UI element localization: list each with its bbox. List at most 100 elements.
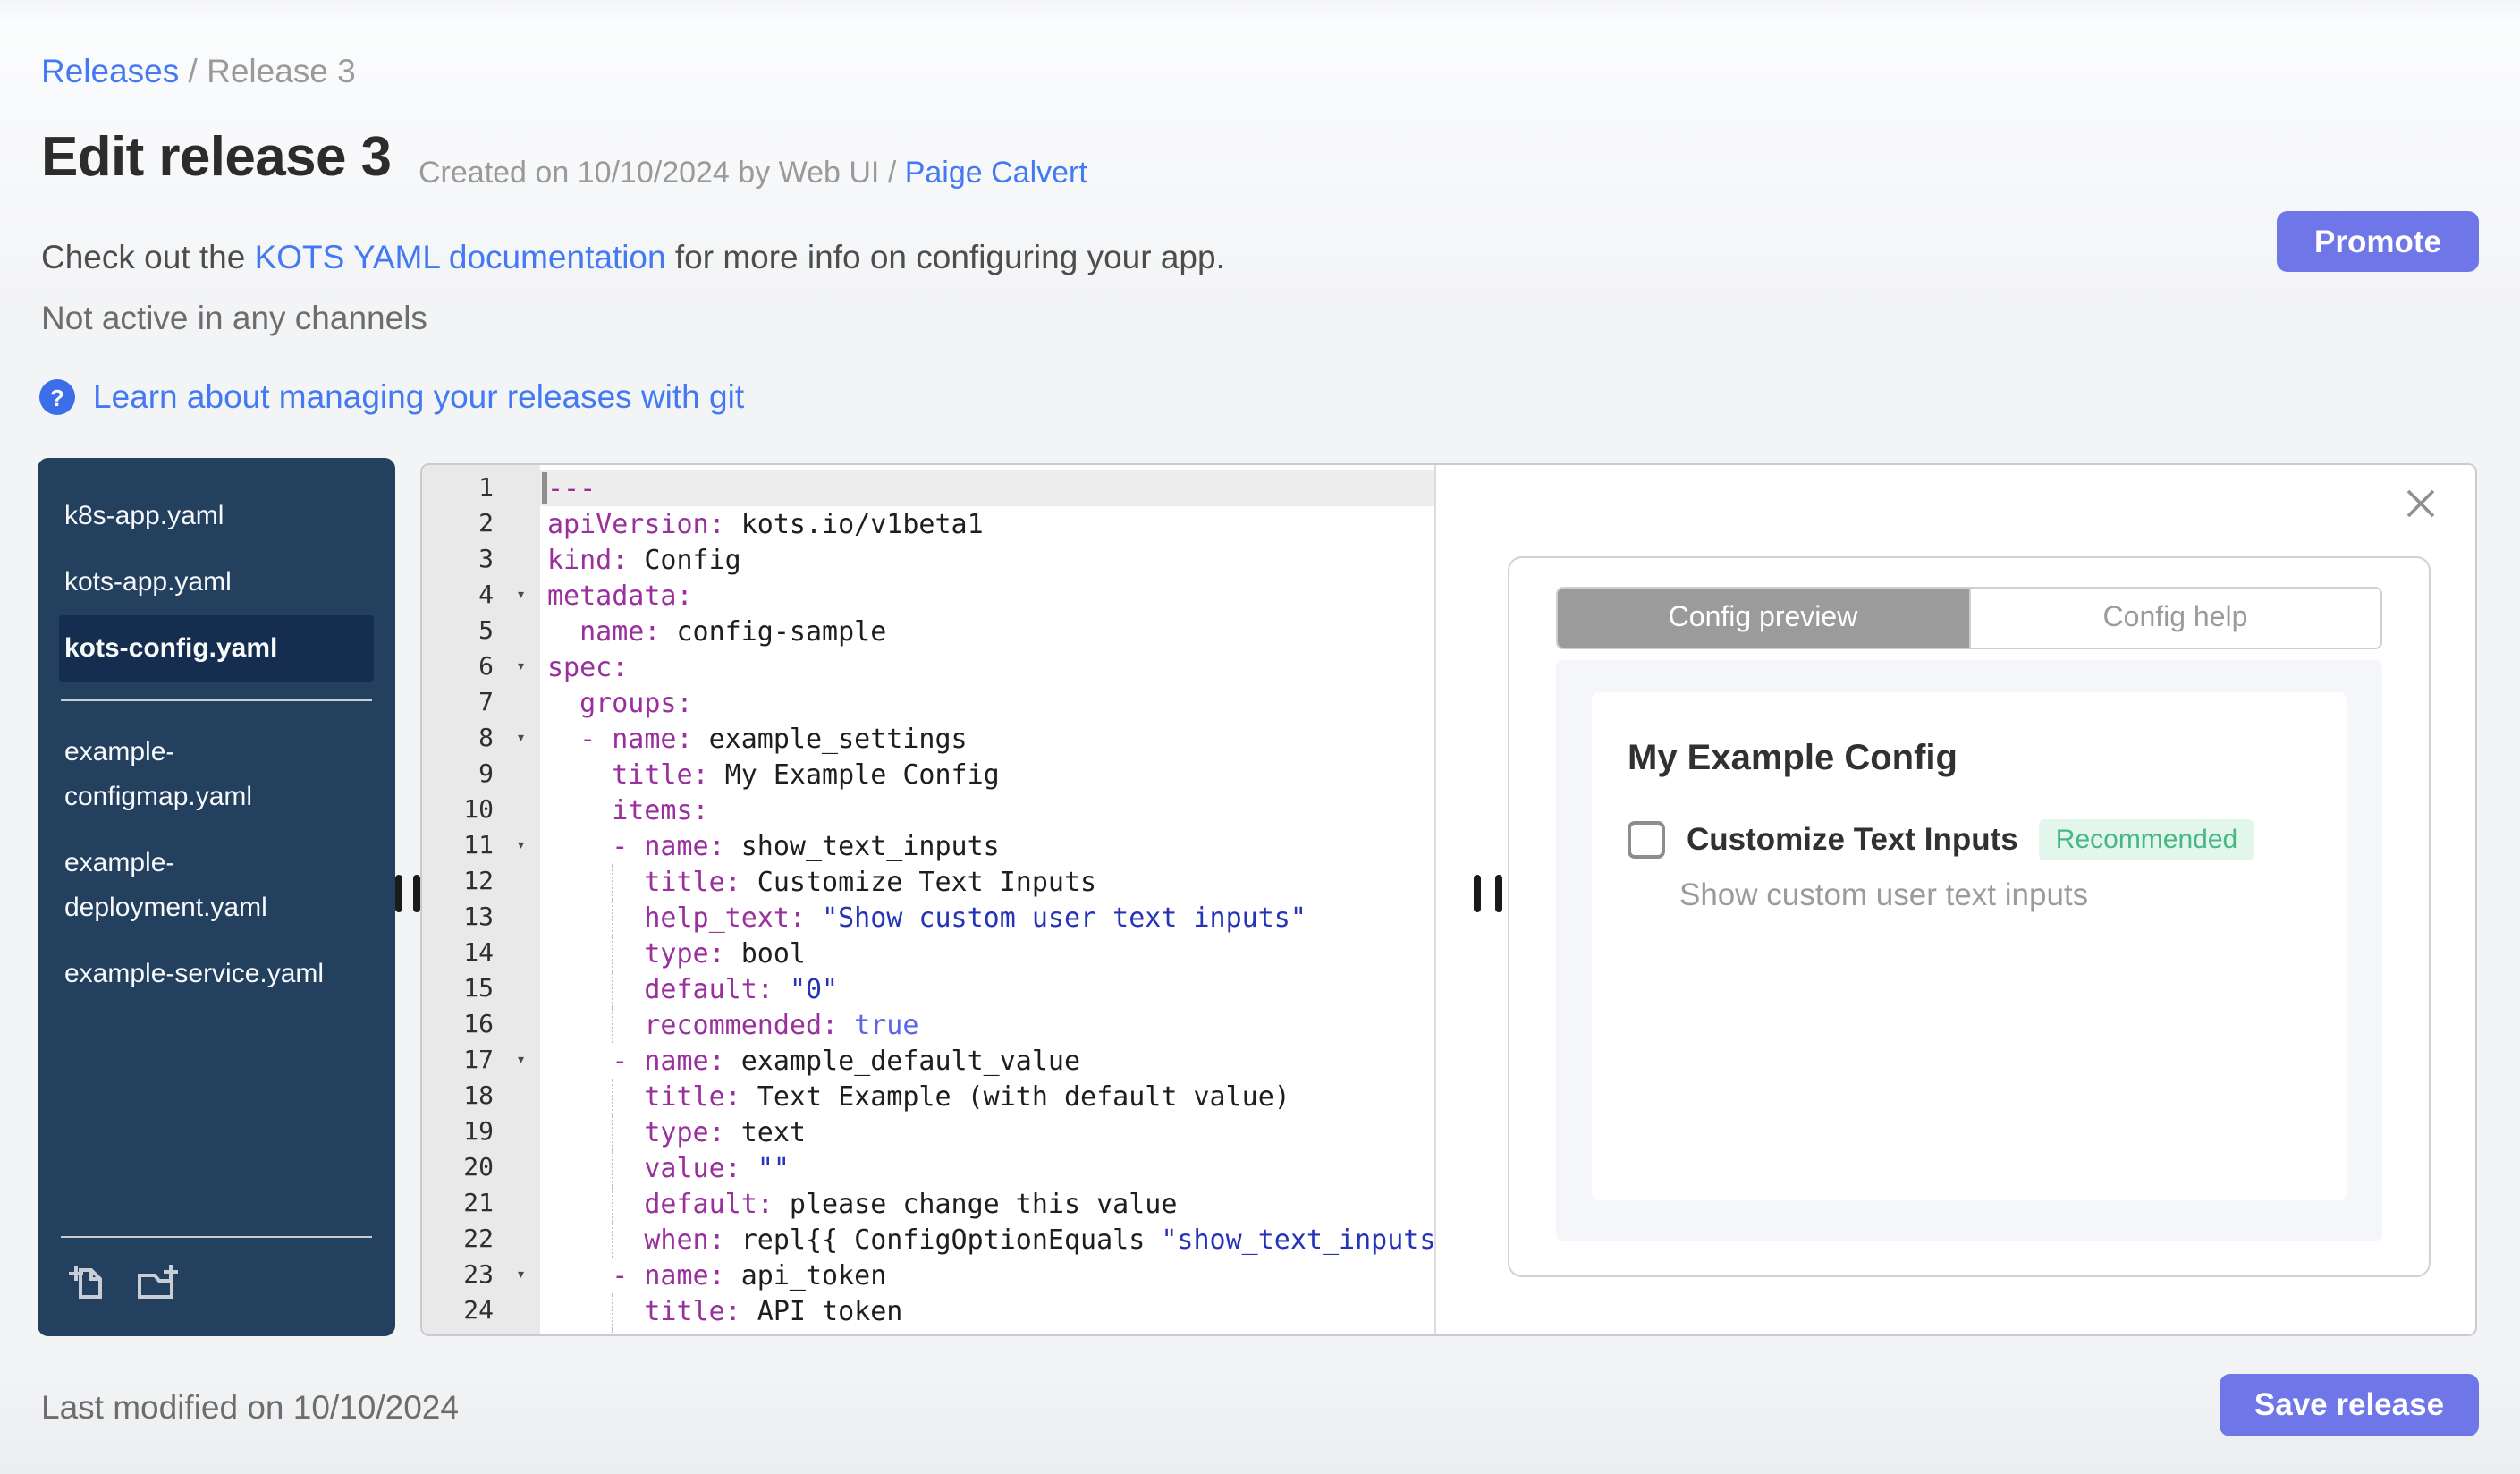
line-number: 13 xyxy=(463,903,494,932)
line-number: 21 xyxy=(463,1190,494,1218)
line-number: 8 ▾ xyxy=(422,721,540,757)
close-icon[interactable] xyxy=(2406,488,2436,519)
preview-pane: Config preview Config help My Example Con… xyxy=(1508,465,2475,1334)
line-number: 4 ▾ xyxy=(422,578,540,614)
code-line: 24 title: API token xyxy=(422,1293,1434,1329)
releases-link[interactable]: Releases xyxy=(41,52,179,89)
code-text: value: "" xyxy=(540,1150,1434,1186)
code-text: default: please change this value xyxy=(540,1186,1434,1222)
line-number: 6 ▾ xyxy=(422,649,540,685)
git-releases-link[interactable]: Learn about managing your releases with … xyxy=(93,377,744,417)
breadcrumb-separator: / xyxy=(179,52,207,89)
code-line: 17 ▾ - name: example_default_value xyxy=(422,1043,1434,1079)
config-item-help: Show custom user text inputs xyxy=(1679,877,2089,912)
file-item-example-deployment-yaml[interactable]: example-deployment.yaml xyxy=(59,830,374,941)
editor-resize-strip xyxy=(1434,465,1508,1334)
code-text: spec: xyxy=(547,651,629,683)
recommended-badge: Recommended xyxy=(2039,819,2254,860)
last-modified-text: Last modified on 10/10/2024 xyxy=(41,1388,459,1426)
code-line: 16 recommended: true xyxy=(422,1007,1434,1043)
fold-arrow-icon[interactable]: ▾ xyxy=(516,1043,526,1079)
code-text: title: My Example Config xyxy=(612,758,1000,791)
code-line: 6 ▾ spec: xyxy=(422,649,1434,685)
code-line: 12 title: Customize Text Inputs xyxy=(422,864,1434,900)
tab-config-help[interactable]: Config help xyxy=(1968,589,2380,648)
line-number: 12 xyxy=(463,868,494,896)
docs-suffix: for more info on configuring your app. xyxy=(665,238,1225,275)
file-item-kots-app-yaml[interactable]: kots-app.yaml xyxy=(59,549,374,615)
code-text: - name: api_token xyxy=(612,1259,887,1292)
file-item-kots-config-yaml[interactable]: kots-config.yaml xyxy=(59,615,374,682)
code-text: kind: Config xyxy=(547,544,741,576)
fold-arrow-icon[interactable]: ▾ xyxy=(516,578,526,614)
config-option-row: Customize Text Inputs Recommended xyxy=(1628,819,2311,860)
line-number: 18 xyxy=(463,1082,494,1111)
fold-arrow-icon[interactable]: ▾ xyxy=(516,828,526,864)
code-text: type: bool xyxy=(540,936,1434,971)
code-line: 9 title: My Example Config xyxy=(422,757,1434,792)
sidebar-divider xyxy=(61,699,372,701)
code-line: 14 type: bool xyxy=(422,936,1434,971)
line-number: 24 xyxy=(463,1297,494,1326)
line-number: 25 xyxy=(422,1329,540,1334)
fold-arrow-icon[interactable]: ▾ xyxy=(516,721,526,757)
fold-arrow-icon[interactable]: ▾ xyxy=(516,649,526,685)
code-line: 13 help_text: "Show custom user text inp… xyxy=(422,900,1434,936)
code-line: 25 type: password xyxy=(422,1329,1434,1334)
code-text: title: API token xyxy=(540,1293,1434,1329)
fold-arrow-icon[interactable]: ▾ xyxy=(516,1258,526,1293)
code-area[interactable]: 1 --- 2 apiVersion: kots.io/v1beta1 3 kind: C… xyxy=(422,465,1434,1334)
add-file-icon[interactable] xyxy=(64,1259,107,1311)
edit-release-page: Releases / Release 3 Edit release 3 Crea… xyxy=(0,0,2520,1474)
config-group-card: My Example Config Customize Text Inputs … xyxy=(1592,692,2347,1200)
code-text: help_text: "Show custom user text inputs… xyxy=(540,900,1434,936)
page-title: Edit release 3 xyxy=(41,125,392,188)
config-group-title: My Example Config xyxy=(1628,739,1958,778)
line-number: 15 xyxy=(463,975,494,1004)
file-item-example-configmap-yaml[interactable]: example-configmap.yaml xyxy=(59,719,374,830)
line-number: 2 xyxy=(478,510,494,538)
code-text: default: "0" xyxy=(540,971,1434,1007)
add-folder-icon[interactable] xyxy=(136,1259,182,1311)
line-number: 23 ▾ xyxy=(422,1258,540,1293)
promote-button[interactable]: Promote xyxy=(2277,211,2479,272)
line-number: 22 xyxy=(463,1225,494,1254)
code-line: 20 value: "" xyxy=(422,1150,1434,1186)
line-number: 5 xyxy=(478,617,494,646)
file-item-example-service-yaml[interactable]: example-service.yaml xyxy=(59,941,374,1007)
code-line: 8 ▾ - name: example_settings xyxy=(422,721,1434,757)
config-checkbox[interactable] xyxy=(1628,821,1665,859)
config-preview-area: My Example Config Customize Text Inputs … xyxy=(1556,660,2382,1241)
docs-prefix: Check out the xyxy=(41,238,255,275)
code-text: items: xyxy=(612,794,709,826)
line-number: 19 xyxy=(463,1118,494,1147)
line-number: 1 xyxy=(478,474,494,503)
kots-docs-link[interactable]: KOTS YAML documentation xyxy=(255,238,666,275)
code-text: groups: xyxy=(579,687,693,719)
code-line: 19 type: text xyxy=(422,1114,1434,1150)
save-release-button[interactable]: Save release xyxy=(2220,1374,2479,1436)
tab-config-preview[interactable]: Config preview xyxy=(1558,589,1968,648)
file-item-k8s-app-yaml[interactable]: k8s-app.yaml xyxy=(59,483,374,549)
created-prefix: Created on 10/10/2024 by Web UI / xyxy=(419,156,905,190)
code-line: 5 name: config-sample xyxy=(422,614,1434,649)
code-line: 1 --- xyxy=(422,470,1434,506)
line-number: 20 xyxy=(463,1154,494,1182)
code-text: title: Customize Text Inputs xyxy=(540,864,1434,900)
file-list-top: k8s-app.yaml kots-app.yaml kots-config.yam… xyxy=(59,483,374,682)
code-text: - name: example_settings xyxy=(579,723,968,755)
editor-resize-handle[interactable] xyxy=(1495,875,1501,912)
code-line: 15 default: "0" xyxy=(422,971,1434,1007)
editor-resize-handle[interactable] xyxy=(1474,875,1480,912)
code-line: 11 ▾ - name: show_text_inputs xyxy=(422,828,1434,864)
git-help-line: ? Learn about managing your releases wit… xyxy=(39,377,744,417)
code-text: --- xyxy=(540,470,1434,506)
code-line: 22 when: repl{{ ConfigOptionEquals "show… xyxy=(422,1222,1434,1258)
created-author-link[interactable]: Paige Calvert xyxy=(905,156,1087,190)
text-cursor xyxy=(542,472,546,504)
breadcrumb: Releases / Release 3 xyxy=(41,52,356,91)
question-mark-icon[interactable]: ? xyxy=(39,379,75,415)
code-line: 23 ▾ - name: api_token xyxy=(422,1258,1434,1293)
line-number: 7 xyxy=(478,689,494,717)
channel-status-text: Not active in any channels xyxy=(41,299,427,336)
